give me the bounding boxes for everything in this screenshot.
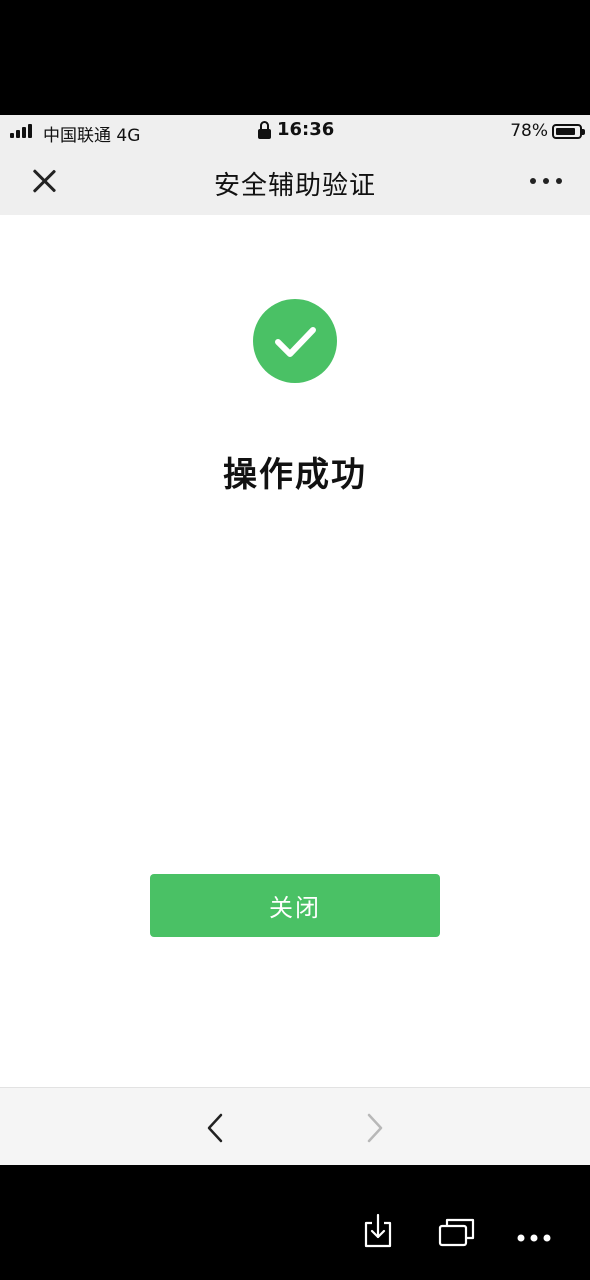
os-toolbar [0,1165,590,1280]
lock-icon [258,120,271,139]
page-title: 安全辅助验证 [213,171,376,201]
battery-icon [552,123,585,139]
battery-status: 78% [510,121,585,141]
status-bar: 中国联通 4G 16:36 78% [0,115,590,147]
top-black-area [0,0,590,115]
window-switch-icon[interactable] [438,1217,476,1247]
browser-toolbar [0,1087,590,1166]
download-icon[interactable] [362,1213,394,1249]
more-icon[interactable] [530,178,562,184]
chevron-right-icon[interactable] [362,1112,386,1144]
more-icon[interactable] [517,1227,551,1242]
close-button[interactable]: 关闭 [150,874,440,937]
nav-header: 安全辅助验证 [0,147,590,215]
carrier-label: 中国联通 4G [43,126,141,146]
battery-percent: 78% [510,121,548,141]
signal-icon [10,124,38,138]
time-label: 16:36 [277,119,335,140]
chevron-left-icon[interactable] [204,1112,228,1144]
phone-screen: 中国联通 4G 16:36 78% 安全辅助验证 操作成功 关闭 [0,115,590,1166]
result-title: 操作成功 [223,455,367,495]
status-time: 16:36 [258,119,334,140]
check-circle-icon [253,299,337,383]
